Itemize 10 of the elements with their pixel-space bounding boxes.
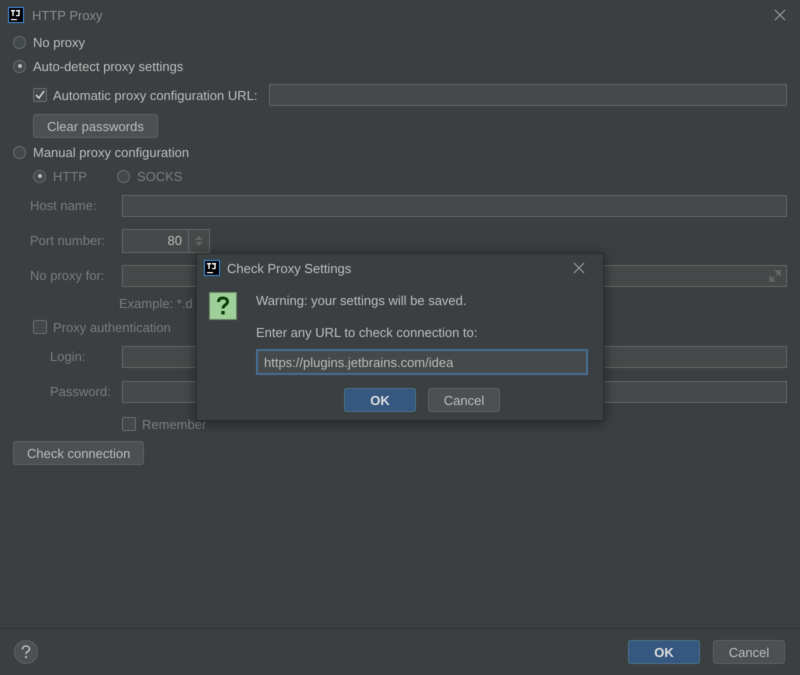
login-label: Login: <box>50 349 86 364</box>
window-title: HTTP Proxy <box>32 8 104 22</box>
warning-text: Warning: your settings will be saved. <box>256 292 468 310</box>
prompt-text: Enter any URL to check connection to: <box>256 325 478 342</box>
port-number-label: Port number: <box>30 233 106 248</box>
host-name-label: Host name: <box>30 198 98 213</box>
dialog-title: Check Proxy Settings <box>227 260 352 276</box>
password-label: Password: <box>50 384 112 399</box>
example-hint: Example: *.d <box>119 295 193 313</box>
no-proxy-for-label: No proxy for: <box>30 268 106 283</box>
